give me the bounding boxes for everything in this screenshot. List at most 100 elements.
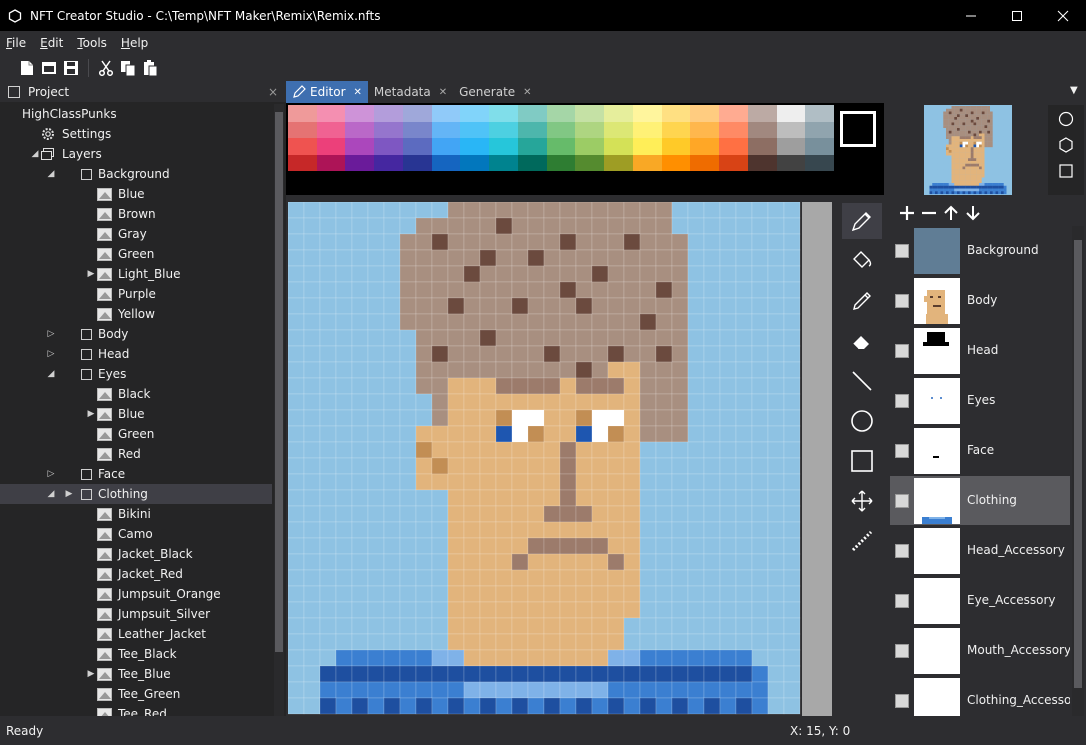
- pixel[interactable]: [639, 313, 657, 331]
- pixel[interactable]: [447, 521, 465, 539]
- pixel[interactable]: [479, 345, 497, 363]
- layer-visibility-checkbox[interactable]: [895, 494, 909, 508]
- pixel[interactable]: [479, 249, 497, 267]
- pixel[interactable]: [591, 649, 609, 667]
- pixel[interactable]: [415, 233, 433, 251]
- pixel[interactable]: [719, 505, 737, 523]
- pixel[interactable]: [687, 297, 705, 315]
- pixel[interactable]: [671, 345, 689, 363]
- pixel[interactable]: [591, 665, 609, 683]
- pixel[interactable]: [543, 569, 561, 587]
- pixel[interactable]: [575, 393, 593, 411]
- pixel[interactable]: [288, 297, 305, 315]
- pixel[interactable]: [719, 281, 737, 299]
- pixel[interactable]: [319, 537, 337, 555]
- pixel[interactable]: [463, 585, 481, 603]
- pixel[interactable]: [783, 697, 801, 715]
- palette-swatch[interactable]: [431, 121, 461, 138]
- pixel[interactable]: [415, 265, 433, 283]
- pixel[interactable]: [655, 489, 673, 507]
- pixel[interactable]: [623, 601, 641, 619]
- pixel[interactable]: [351, 681, 369, 699]
- pixel[interactable]: [751, 473, 769, 491]
- pixel[interactable]: [463, 249, 481, 267]
- pixel[interactable]: [671, 697, 689, 715]
- pixel[interactable]: [367, 393, 385, 411]
- pixel[interactable]: [687, 281, 705, 299]
- pixel[interactable]: [303, 649, 321, 667]
- palette-swatch[interactable]: [661, 154, 691, 171]
- pixel[interactable]: [655, 281, 673, 299]
- pixel[interactable]: [351, 585, 369, 603]
- pixel[interactable]: [367, 521, 385, 539]
- pixel[interactable]: [719, 377, 737, 395]
- pixel[interactable]: [415, 633, 433, 651]
- pixel[interactable]: [335, 377, 353, 395]
- layer-row[interactable]: Eye_Accessory: [890, 576, 1070, 626]
- pixel[interactable]: [527, 393, 545, 411]
- pixel[interactable]: [399, 649, 417, 667]
- pixel[interactable]: [607, 537, 625, 555]
- pixel[interactable]: [415, 521, 433, 539]
- pixel[interactable]: [671, 249, 689, 267]
- pixel[interactable]: [351, 345, 369, 363]
- pixel[interactable]: [319, 521, 337, 539]
- pixel[interactable]: [527, 649, 545, 667]
- pixel[interactable]: [655, 505, 673, 523]
- pixel[interactable]: [511, 409, 529, 427]
- pixel[interactable]: [383, 697, 401, 715]
- pixel[interactable]: [607, 633, 625, 651]
- pixel[interactable]: [687, 217, 705, 235]
- pixel[interactable]: [655, 217, 673, 235]
- pixel[interactable]: [415, 537, 433, 555]
- pixel[interactable]: [447, 441, 465, 459]
- pixel[interactable]: [319, 233, 337, 251]
- pixel[interactable]: [639, 233, 657, 251]
- collapse-arrow-icon[interactable]: ◢: [30, 149, 40, 159]
- pixel[interactable]: [431, 457, 449, 475]
- pixel[interactable]: [639, 345, 657, 363]
- pixel[interactable]: [463, 409, 481, 427]
- pixel[interactable]: [767, 681, 785, 699]
- project-panel-close-button[interactable]: ×: [268, 85, 278, 99]
- pixel[interactable]: [303, 265, 321, 283]
- pixel[interactable]: [288, 601, 305, 619]
- pixel[interactable]: [415, 345, 433, 363]
- pixel[interactable]: [703, 409, 721, 427]
- pixel[interactable]: [447, 361, 465, 379]
- pixel[interactable]: [543, 617, 561, 635]
- menu-file[interactable]: File: [6, 36, 26, 50]
- palette-swatch[interactable]: [489, 138, 518, 155]
- pixel[interactable]: [735, 649, 753, 667]
- pixel[interactable]: [671, 489, 689, 507]
- pixel[interactable]: [415, 361, 433, 379]
- pixel[interactable]: [511, 537, 529, 555]
- pixel[interactable]: [623, 553, 641, 571]
- pixel[interactable]: [543, 697, 561, 715]
- pixel[interactable]: [687, 633, 705, 651]
- pixel[interactable]: [783, 649, 801, 667]
- palette-swatch[interactable]: [517, 138, 547, 155]
- pixel[interactable]: [719, 553, 737, 571]
- pixel[interactable]: [367, 345, 385, 363]
- pixel[interactable]: [591, 681, 609, 699]
- pixel[interactable]: [527, 377, 545, 395]
- pixel[interactable]: [703, 665, 721, 683]
- pixel[interactable]: [671, 202, 689, 219]
- pixel[interactable]: [591, 409, 609, 427]
- pixel[interactable]: [447, 505, 465, 523]
- pixel[interactable]: [319, 425, 337, 443]
- pixel[interactable]: [703, 281, 721, 299]
- pixel[interactable]: [479, 649, 497, 667]
- pixel[interactable]: [431, 441, 449, 459]
- pixel[interactable]: [767, 553, 785, 571]
- pixel[interactable]: [351, 409, 369, 427]
- pixel[interactable]: [367, 569, 385, 587]
- pixel[interactable]: [591, 457, 609, 475]
- pixel[interactable]: [527, 617, 545, 635]
- tree-item[interactable]: Jumpsuit_Orange: [0, 584, 272, 604]
- pixel[interactable]: [703, 633, 721, 651]
- tree-item[interactable]: Purple: [0, 284, 272, 304]
- pixel[interactable]: [687, 457, 705, 475]
- pixel[interactable]: [703, 249, 721, 267]
